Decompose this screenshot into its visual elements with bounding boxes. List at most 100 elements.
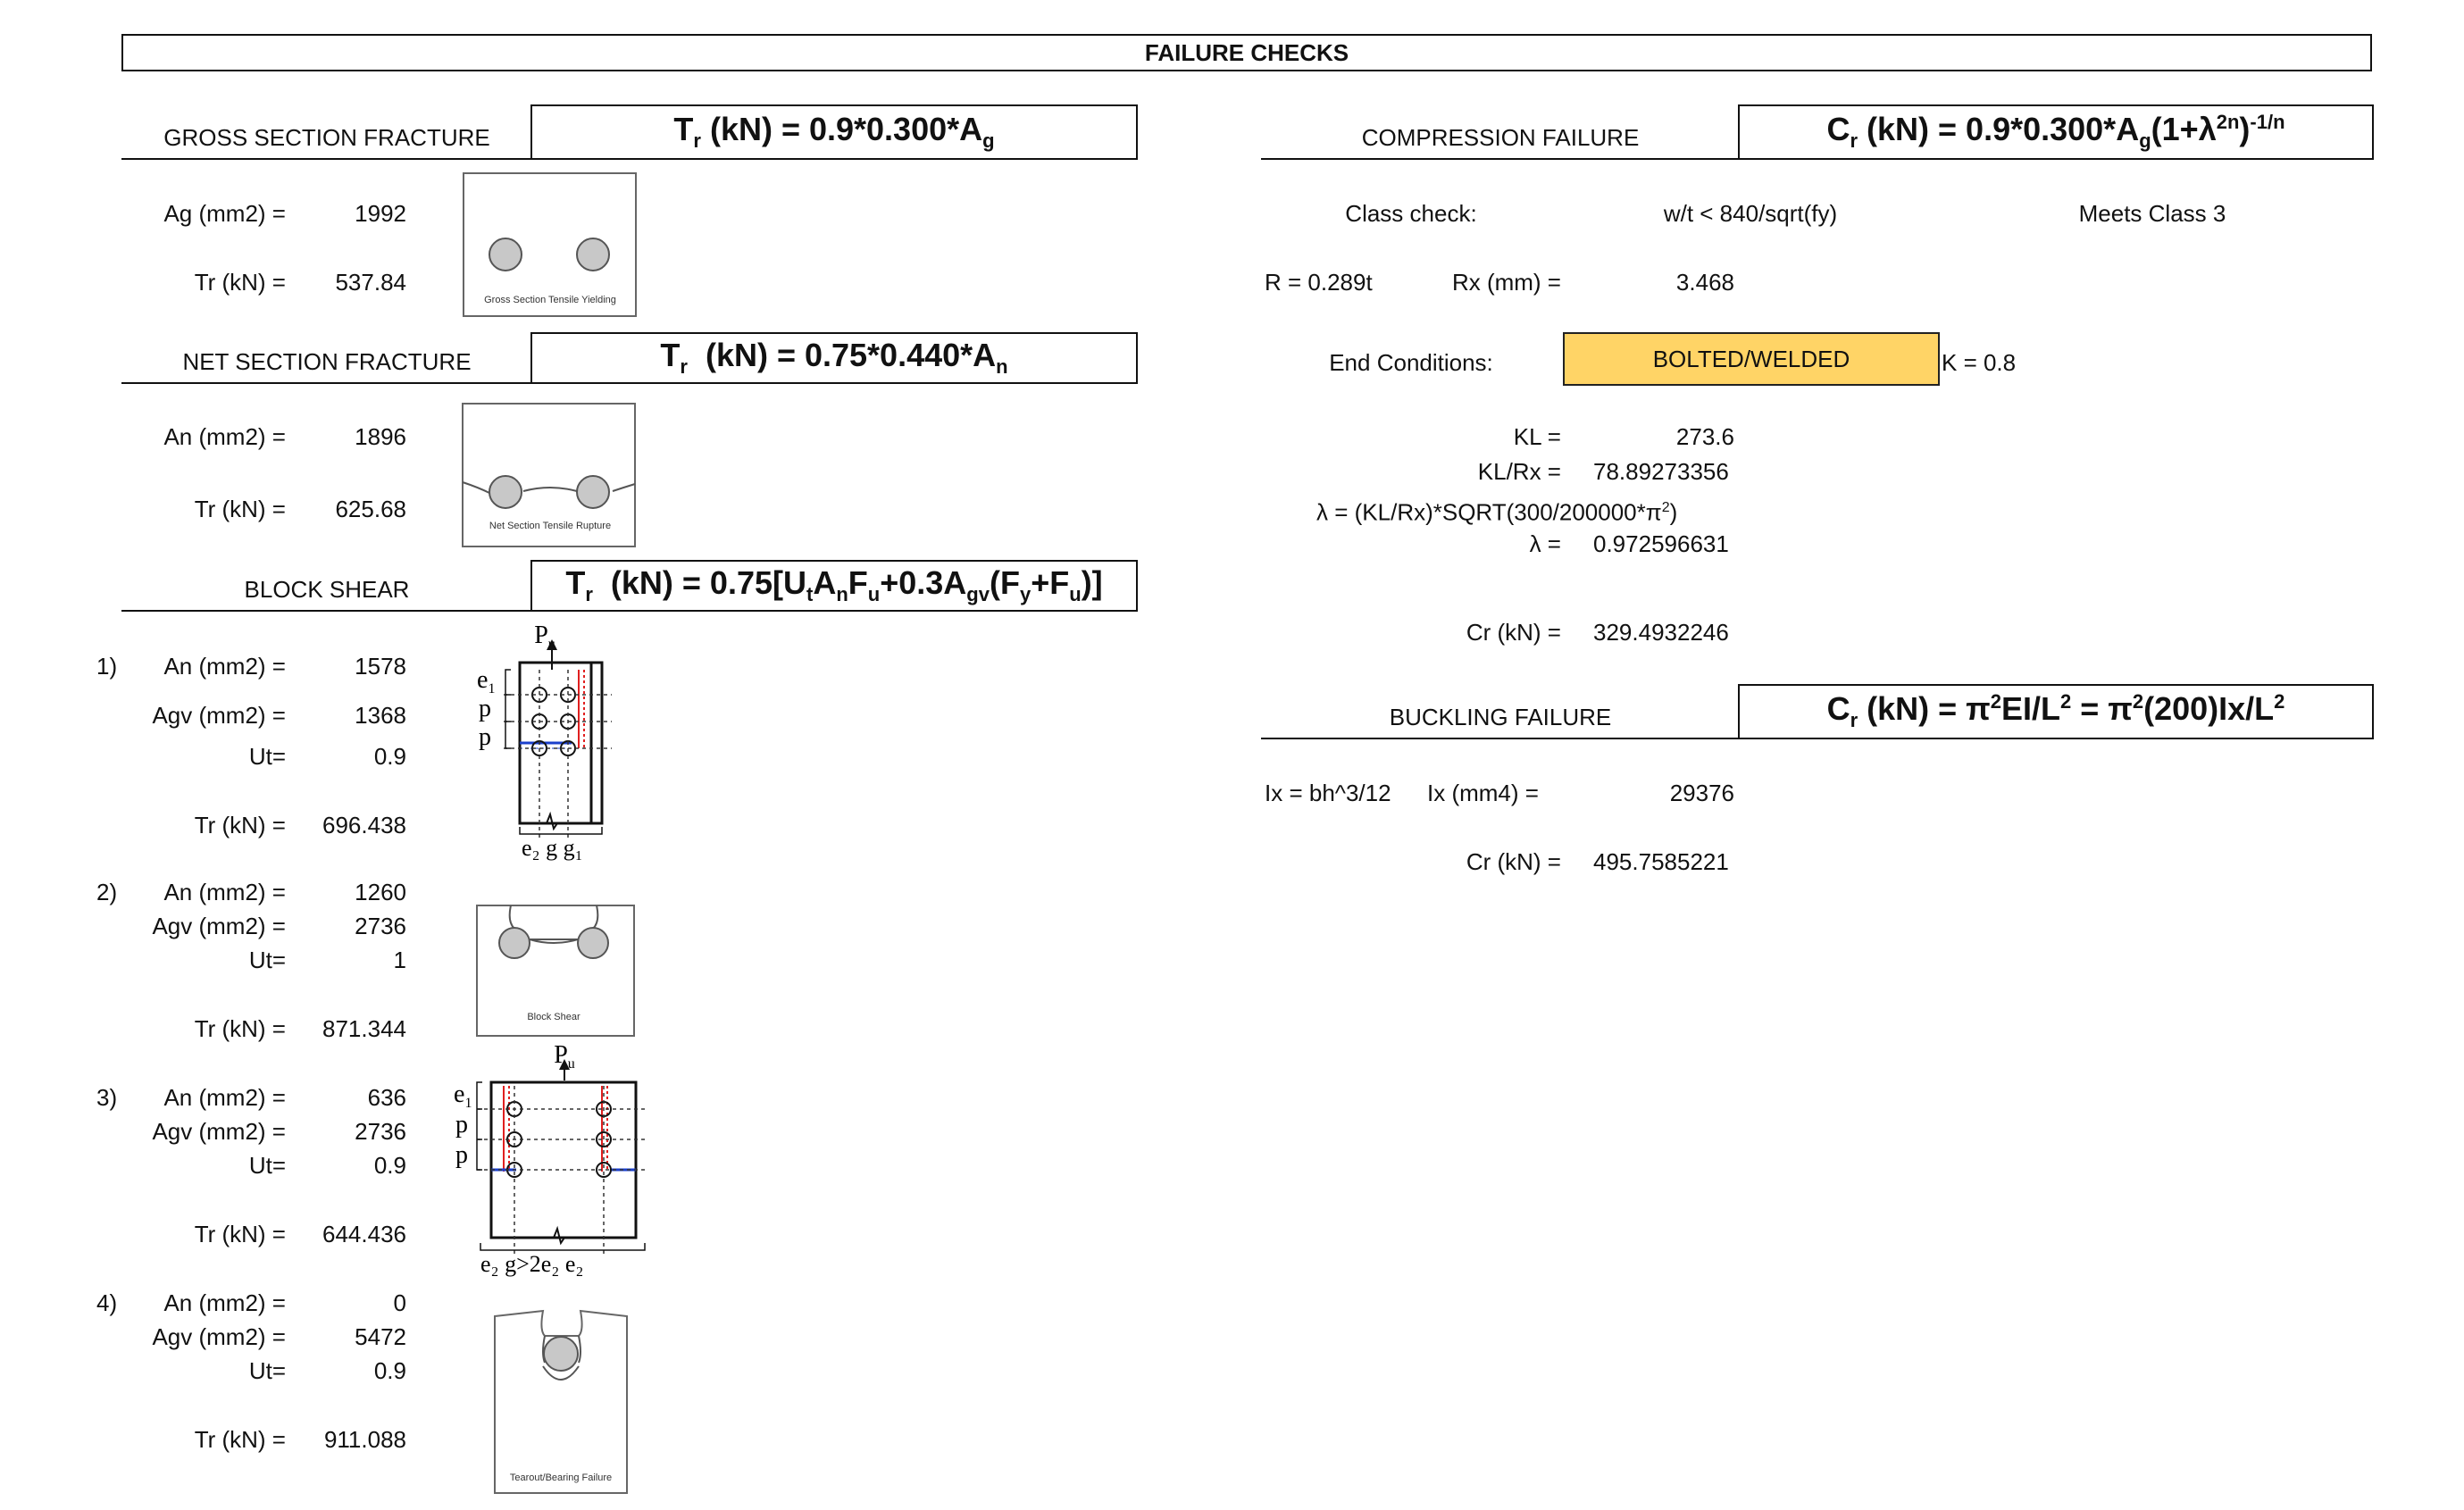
compression-underline <box>1261 158 1740 160</box>
case1-ut-value: 0.9 <box>373 743 406 770</box>
svg-text:e1: e1 <box>454 1080 472 1111</box>
lambda-value: 0.972596631 <box>1593 530 1729 557</box>
svg-text:p: p <box>455 1141 468 1169</box>
case4-an-label: An (mm2) = <box>163 1289 286 1316</box>
compression-cr-value: 329.4932246 <box>1593 619 1729 646</box>
ix-formula: Ix = bh^3/12 <box>1265 780 1391 806</box>
gross-formula: Tr (kN) = 0.9*0.300*Ag <box>530 104 1138 160</box>
case2-agv-value: 2736 <box>355 913 406 939</box>
case3-ut-value: 0.9 <box>373 1152 406 1179</box>
case3-agv-label: Agv (mm2) = <box>152 1118 286 1145</box>
buckling-cr-label: Cr (kN) = <box>1466 848 1561 875</box>
case3-an-value: 636 <box>367 1084 406 1111</box>
klrx-value: 78.89273356 <box>1593 458 1729 485</box>
case1-tr-label: Tr (kN) = <box>194 812 286 838</box>
net-an-value: 1896 <box>355 423 406 450</box>
case1-agv-value: 1368 <box>355 702 406 729</box>
gross-caption: Gross Section Tensile Yielding <box>484 295 616 305</box>
case3-ut-label: Ut= <box>248 1152 286 1179</box>
case4-tr-label: Tr (kN) = <box>194 1426 286 1453</box>
net-an-label: An (mm2) = <box>163 423 286 450</box>
r-label: R = 0.289t <box>1265 269 1373 296</box>
class-check-rule: w/t < 840/sqrt(fy) <box>1663 200 1838 227</box>
tearout-caption: Tearout/Bearing Failure <box>510 1472 612 1483</box>
k-label: K = 0.8 <box>1942 349 2017 376</box>
net-rupture-diagram: Net Section Tensile Rupture <box>462 403 636 547</box>
case3-tr-label: Tr (kN) = <box>194 1221 286 1247</box>
end-conditions-label: End Conditions: <box>1329 349 1493 376</box>
class-check-result: Meets Class 3 <box>2078 200 2226 227</box>
block-shear-diagram-3: Pu e1 p p e₂ g>2e₂ e₂ <box>454 1041 646 1277</box>
rx-value: 3.468 <box>1675 269 1734 296</box>
svg-text:e₂ g g₁: e₂ g g₁ <box>522 835 583 861</box>
net-tr-value: 625.68 <box>335 496 406 522</box>
gross-tr-value: 537.84 <box>335 269 406 296</box>
end-conditions-select[interactable]: BOLTED/WELDED <box>1563 332 1940 386</box>
case4-agv-label: Agv (mm2) = <box>152 1323 286 1350</box>
klrx-label: KL/Rx = <box>1477 458 1561 485</box>
gross-heading: GROSS SECTION FRACTURE <box>163 124 490 151</box>
rx-label: Rx (mm) = <box>1451 269 1561 296</box>
block-shear-diagram-2: Block Shear <box>476 905 635 1037</box>
net-formula: Tr (kN) = 0.75*0.440*An <box>530 332 1138 384</box>
case2-number: 2) <box>96 879 118 905</box>
lambda-formula: λ = (KL/Rx)*SQRT(300/200000*π2) <box>1316 498 1678 526</box>
net-underline <box>121 382 532 384</box>
case4-ut-label: Ut= <box>248 1357 286 1384</box>
svg-text:p: p <box>455 1111 468 1139</box>
buckling-underline <box>1261 738 1740 739</box>
block-underline <box>121 610 532 612</box>
case1-an-label: An (mm2) = <box>163 653 286 680</box>
compression-formula: Cr (kN) = 0.9*0.300*Ag(1+λ2n)-1/n <box>1738 104 2374 160</box>
net-caption: Net Section Tensile Rupture <box>489 521 611 531</box>
svg-text:e1: e1 <box>477 666 495 697</box>
block-heading: BLOCK SHEAR <box>244 576 410 603</box>
buckling-cr-value: 495.7585221 <box>1593 848 1729 875</box>
page-title: FAILURE CHECKS <box>1144 39 1349 66</box>
case2-agv-label: Agv (mm2) = <box>152 913 286 939</box>
buckling-heading: BUCKLING FAILURE <box>1389 704 1612 730</box>
case2-ut-label: Ut= <box>248 947 286 973</box>
case1-agv-label: Agv (mm2) = <box>152 702 286 729</box>
svg-text:p: p <box>479 723 491 751</box>
case2-an-label: An (mm2) = <box>163 879 286 905</box>
lambda-label: λ = <box>1529 530 1561 557</box>
case1-an-value: 1578 <box>355 653 406 680</box>
case4-tr-value: 911.088 <box>323 1426 406 1453</box>
kl-label: KL = <box>1513 423 1561 450</box>
case4-agv-value: 5472 <box>355 1323 406 1350</box>
svg-text:p: p <box>479 695 491 722</box>
net-heading: NET SECTION FRACTURE <box>182 348 472 375</box>
case4-number: 4) <box>96 1289 118 1316</box>
class-check-label: Class check: <box>1345 200 1477 227</box>
compression-heading: COMPRESSION FAILURE <box>1361 124 1640 151</box>
case4-ut-value: 0.9 <box>373 1357 406 1384</box>
block-caption: Block Shear <box>527 1012 581 1022</box>
case3-an-label: An (mm2) = <box>163 1084 286 1111</box>
case2-tr-label: Tr (kN) = <box>194 1015 286 1042</box>
case1-ut-label: Ut= <box>248 743 286 770</box>
gross-underline <box>121 158 532 160</box>
case3-agv-value: 2736 <box>355 1118 406 1145</box>
case2-an-value: 1260 <box>355 879 406 905</box>
gross-ag-value: 1992 <box>355 200 406 227</box>
case1-tr-value: 696.438 <box>322 812 406 838</box>
ix-label: Ix (mm4) = <box>1427 780 1539 806</box>
case3-tr-value: 644.436 <box>322 1221 406 1247</box>
block-formula: Tr (kN) = 0.75[UtAnFu+0.3Agv(Fy+Fu)] <box>530 560 1138 612</box>
case3-number: 3) <box>96 1084 118 1111</box>
case2-ut-value: 1 <box>393 947 406 973</box>
compression-cr-label: Cr (kN) = <box>1466 619 1561 646</box>
gross-tr-label: Tr (kN) = <box>194 269 286 296</box>
block-shear-diagram-1: Pu e1 p p e₂ g g₁ <box>477 622 612 861</box>
case2-tr-value: 871.344 <box>322 1015 406 1042</box>
net-tr-label: Tr (kN) = <box>194 496 286 522</box>
gross-yield-diagram: Gross Section Tensile Yielding <box>463 172 637 317</box>
gross-ag-label: Ag (mm2) = <box>163 200 286 227</box>
tearout-diagram: Tearout/Bearing Failure <box>494 1309 628 1494</box>
kl-value: 273.6 <box>1675 423 1734 450</box>
buckling-formula: Cr (kN) = π2EI/L2 = π2(200)Ix/L2 <box>1738 684 2374 739</box>
svg-text:e₂ g>2e₂ e₂: e₂ g>2e₂ e₂ <box>480 1251 583 1277</box>
ix-value: 29376 <box>1669 780 1734 806</box>
case4-an-value: 0 <box>393 1289 406 1316</box>
